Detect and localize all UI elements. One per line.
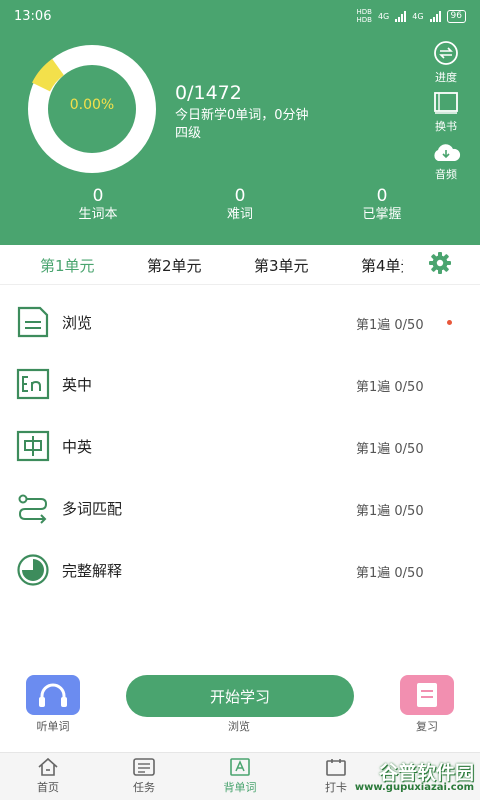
stat-new-words[interactable]: 0 生词本	[38, 186, 158, 224]
stat-new-words-label: 生词本	[78, 207, 118, 222]
battery-icon: 96	[446, 9, 466, 23]
tab-word-memorize-label: 背单词	[223, 781, 257, 794]
unit-tabs: 第1单元 第2单元 第3单元 第4单元	[0, 245, 480, 285]
mode-zh-en-label: 中英	[62, 438, 93, 456]
book-level: 四级	[175, 126, 202, 141]
stat-hard-words[interactable]: 0 难词	[180, 186, 300, 224]
mode-en-zh[interactable]: 英中 第1遍 0/50	[0, 359, 480, 409]
tab-task[interactable]: 任务	[104, 757, 184, 795]
stat-mastered-label: 已掌握	[362, 207, 402, 222]
mode-zh-en-progress: 第1遍 0/50	[356, 442, 424, 457]
progress-button-label: 进度	[435, 71, 457, 84]
tab-unit-1[interactable]: 第1单元	[40, 255, 95, 276]
route-icon	[18, 494, 48, 524]
unread-dot	[447, 320, 452, 325]
progress-donut: 0.00%	[20, 45, 164, 173]
stat-mastered[interactable]: 0 已掌握	[322, 186, 442, 224]
tab-task-label: 任务	[133, 781, 155, 794]
task-icon	[133, 758, 155, 776]
progress-button[interactable]: 进度	[420, 40, 472, 85]
tab-home-label: 首页	[37, 781, 59, 794]
mode-zh-en[interactable]: 中英 第1遍 0/50	[0, 421, 480, 471]
audio-button-label: 音频	[435, 168, 457, 181]
signal-label: 4G	[377, 11, 390, 21]
stat-hard-words-value: 0	[234, 186, 246, 206]
change-book-button[interactable]: 换书	[420, 91, 472, 134]
review-label: 复习	[416, 720, 438, 733]
en-icon	[16, 368, 50, 400]
mode-full-explanation-progress: 第1遍 0/50	[356, 566, 424, 581]
start-learning-button[interactable]: 开始学习	[126, 675, 354, 717]
status-time: 13:06	[14, 9, 52, 24]
cloud-download-icon	[434, 144, 461, 161]
listen-words-button[interactable]	[26, 675, 80, 715]
status-bar: 13:06 HDB HDB 4G 4G 96	[0, 0, 480, 34]
bottom-actions: 听单词 开始学习 浏览 复习	[0, 668, 480, 750]
stat-mastered-value: 0	[376, 186, 388, 206]
note-icon	[417, 683, 437, 707]
signal-icon-2	[429, 10, 441, 22]
signal-label-2: 4G	[412, 11, 424, 21]
mode-multi-match-progress: 第1遍 0/50	[356, 504, 424, 519]
watermark-name: 谷普软件园	[378, 762, 474, 784]
progress-count: 0/1472	[175, 82, 242, 104]
word-card-icon	[230, 758, 250, 776]
mode-full-explanation-label: 完整解释	[62, 562, 123, 580]
header-panel: 13:06 HDB HDB 4G 4G 96 0.00% 0/1472 今日新学0…	[0, 0, 480, 245]
mode-multi-match-label: 多词匹配	[62, 500, 123, 518]
settings-gear-icon[interactable]	[428, 251, 452, 275]
mode-browse[interactable]: 浏览 第1遍 0/50	[0, 297, 480, 347]
tab-unit-2[interactable]: 第2单元	[147, 255, 202, 276]
pie-icon	[17, 554, 49, 586]
mode-en-zh-progress: 第1遍 0/50	[356, 380, 424, 395]
browse-label: 浏览	[228, 720, 250, 733]
mode-multi-match[interactable]: 多词匹配 第1遍 0/50	[0, 483, 480, 533]
listen-words-label: 听单词	[36, 720, 70, 733]
today-summary: 今日新学0单词，0分钟	[175, 108, 309, 123]
home-icon	[38, 757, 58, 776]
status-icons: HDB HDB 4G 4G 96	[356, 8, 466, 24]
site-watermark: 谷普软件园 www.gupuxiazai.com	[330, 758, 480, 800]
tab-word-memorize[interactable]: 背单词	[200, 757, 280, 795]
change-book-label: 换书	[435, 120, 457, 133]
mode-browse-progress: 第1遍 0/50	[356, 318, 424, 333]
book-icon	[434, 92, 458, 114]
stat-hard-words-label: 难词	[226, 207, 253, 222]
mode-en-zh-label: 英中	[62, 376, 93, 394]
tab-home[interactable]: 首页	[8, 757, 88, 795]
tab-unit-3[interactable]: 第3单元	[254, 255, 309, 276]
exchange-circle-icon	[434, 41, 458, 65]
zhong-icon	[16, 430, 50, 462]
document-icon	[17, 306, 49, 338]
watermark-url: www.gupuxiazai.com	[354, 782, 474, 793]
network-type-icon: HDB HDB	[356, 8, 372, 24]
mode-browse-label: 浏览	[62, 314, 93, 332]
audio-button[interactable]: 音频	[420, 143, 472, 182]
review-button[interactable]	[400, 675, 454, 715]
stat-new-words-value: 0	[92, 186, 104, 206]
progress-percent: 0.00%	[69, 97, 115, 113]
mode-full-explanation[interactable]: 完整解释 第1遍 0/50	[0, 545, 480, 595]
tab-unit-4[interactable]: 第4单元	[361, 255, 403, 276]
headphones-icon	[39, 683, 67, 707]
signal-icon	[395, 10, 407, 22]
